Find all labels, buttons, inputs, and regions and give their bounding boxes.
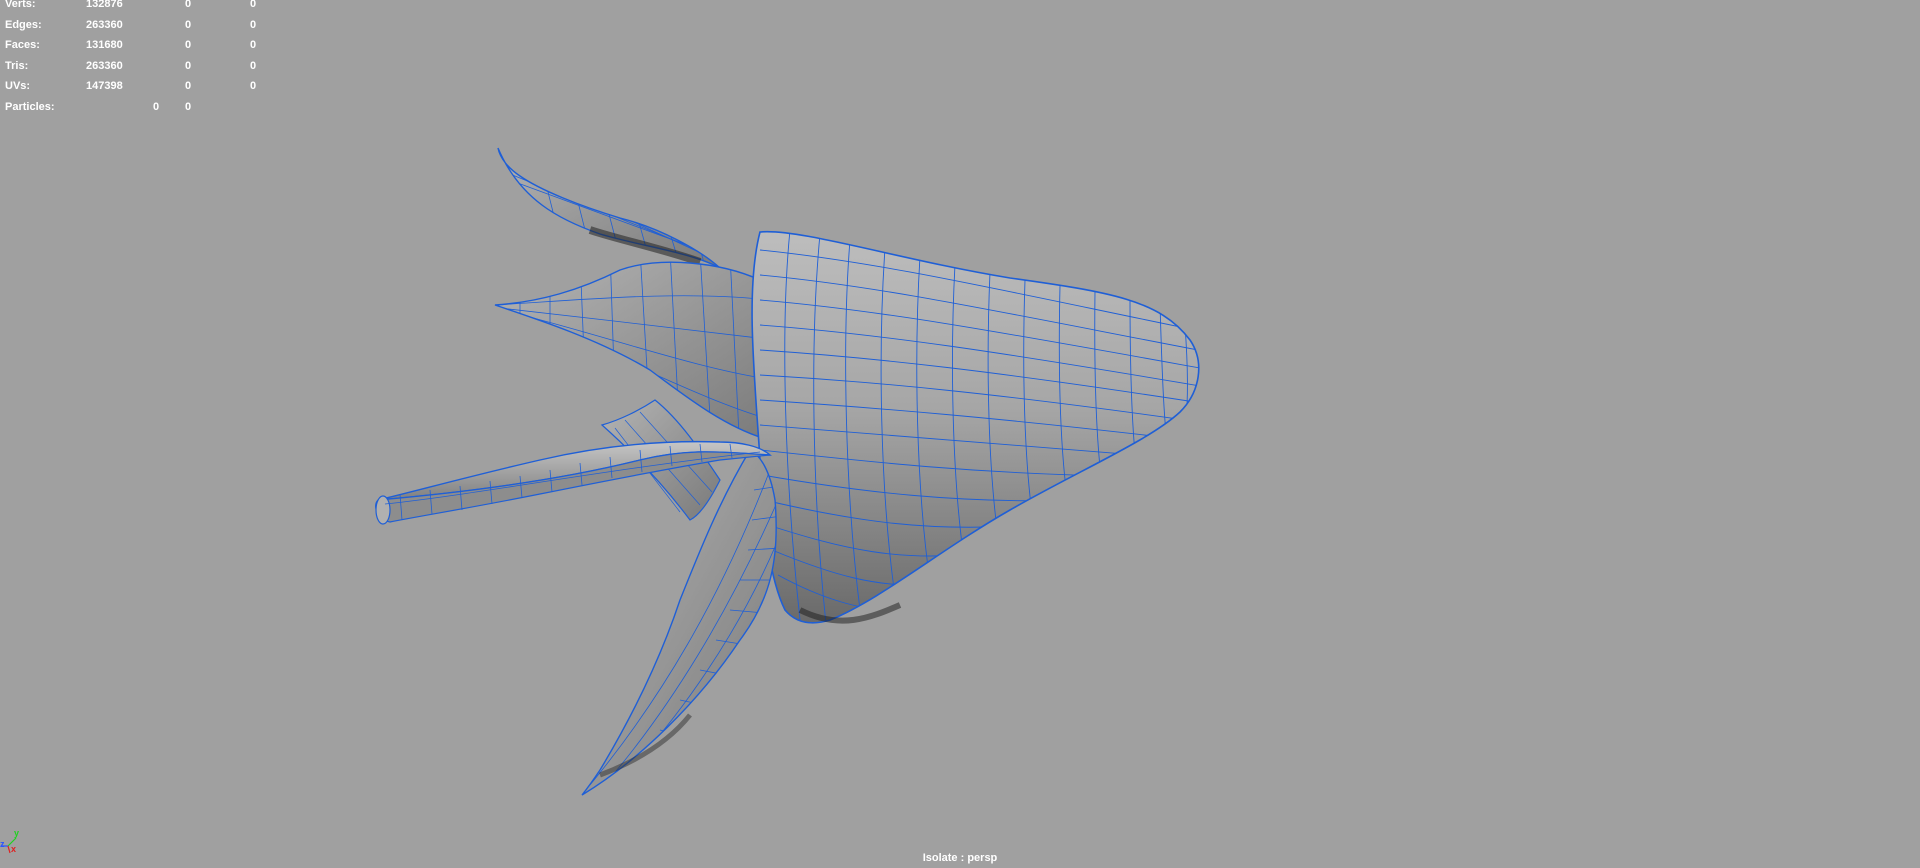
- flower-bud-model[interactable]: [0, 0, 1920, 868]
- axis-z-label: z: [0, 839, 5, 849]
- viewport[interactable]: Verts: 132876 0 0 Edges: 263360 0 0 Face…: [0, 0, 1920, 868]
- sepal-top: [497, 147, 721, 269]
- axis-gizmo: y z x: [0, 826, 22, 854]
- bud-body: [751, 230, 1200, 624]
- camera-label: Isolate : persp: [922, 852, 998, 864]
- axis-y-label: y: [14, 828, 20, 838]
